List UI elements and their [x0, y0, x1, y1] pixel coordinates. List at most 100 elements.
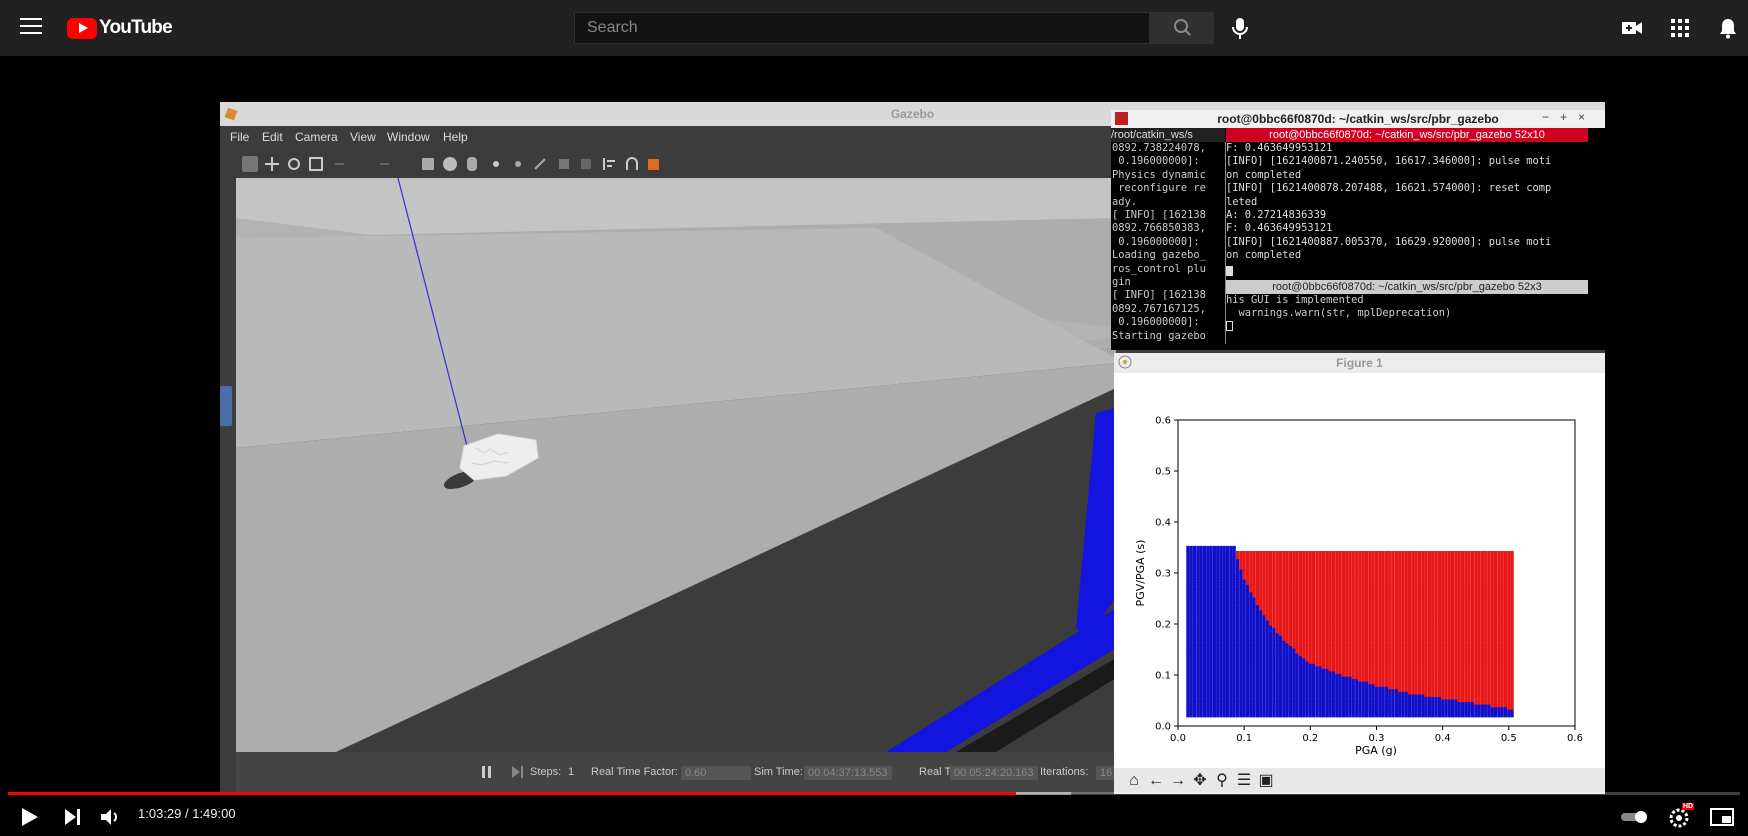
menu-edit[interactable]: Edit	[262, 130, 283, 144]
create-video-icon[interactable]	[1619, 15, 1645, 41]
scatter-point	[1279, 551, 1283, 555]
terminal-pane2-output: his GUI is implemented warnings.warn(str…	[1226, 294, 1452, 320]
youtube-logo[interactable]: YouTube	[67, 16, 173, 40]
panel-expand-handle[interactable]	[220, 386, 232, 426]
rotate-tool-icon[interactable]	[286, 156, 302, 172]
change-view-icon[interactable]	[646, 156, 662, 172]
redo-icon[interactable]	[376, 156, 392, 172]
menu-window[interactable]: Window	[387, 130, 430, 144]
spot-light-icon[interactable]	[510, 156, 526, 172]
scatter-point	[1249, 551, 1253, 555]
scatter-point	[1381, 551, 1385, 555]
scatter-point	[1371, 551, 1375, 555]
sim-time-value: 00 04:37:13.553	[804, 766, 892, 780]
scatter-point	[1427, 551, 1431, 555]
scatter-point	[1269, 551, 1273, 555]
figure-title-bar: Figure 1	[1114, 353, 1605, 373]
scatter-point	[1365, 551, 1369, 555]
scatter-point	[1196, 545, 1200, 550]
paste-icon[interactable]	[578, 156, 594, 172]
sim-time-label: Sim Time:	[754, 766, 803, 778]
terminal-tab-left-label: /root/catkin_ws/s	[1111, 129, 1193, 141]
scatter-point	[1424, 551, 1428, 555]
box-shape-icon[interactable]	[420, 156, 436, 172]
scatter-point	[1239, 551, 1243, 555]
search-button[interactable]	[1150, 12, 1214, 44]
notifications-bell-icon[interactable]	[1715, 15, 1741, 41]
scatter-point	[1322, 551, 1326, 555]
snap-icon[interactable]	[624, 156, 640, 172]
undo-icon[interactable]	[332, 156, 348, 172]
scatter-point	[1262, 551, 1266, 555]
window-controls: − + ×	[1538, 110, 1600, 128]
search-box[interactable]	[574, 12, 1150, 44]
scatter-point	[1315, 551, 1319, 555]
hamburger-menu-icon[interactable]	[20, 16, 42, 36]
scatter-point	[1358, 551, 1362, 555]
search-input[interactable]	[575, 13, 1149, 43]
minimize-icon[interactable]: −	[1542, 110, 1549, 124]
terminal-pane2-tab[interactable]: root@0bbc66f0870d: ~/catkin_ws/src/pbr_g…	[1226, 280, 1588, 294]
point-light-icon[interactable]	[488, 156, 504, 172]
scatter-point	[1305, 551, 1309, 555]
scatter-point	[1199, 545, 1203, 550]
scatter-point	[1335, 551, 1339, 555]
scatter-point	[1272, 551, 1276, 555]
steps-value[interactable]: 1	[568, 766, 574, 778]
scatter-point	[1302, 551, 1306, 555]
scatter-point	[1275, 551, 1279, 555]
terminal-left-output: 0892.738224078, 0.196000000]: Physics dy…	[1112, 142, 1206, 342]
scatter-point	[1192, 545, 1197, 550]
apps-grid-icon[interactable]	[1667, 15, 1693, 41]
close-icon[interactable]: ×	[1578, 110, 1585, 124]
scatter-point	[1388, 551, 1392, 555]
scatter-point	[1384, 551, 1388, 555]
scatter-point	[1351, 551, 1355, 555]
scatter-point	[1414, 551, 1418, 555]
scatter-point	[1378, 551, 1382, 555]
gazebo-3d-viewport[interactable]	[236, 178, 1116, 752]
scatter-point	[1328, 551, 1332, 555]
sphere-shape-icon[interactable]	[442, 156, 458, 172]
scatter-point	[1401, 551, 1405, 555]
gazebo-toolbar	[236, 150, 736, 178]
terminal-tab-left[interactable]: /root/catkin_ws/s	[1111, 128, 1225, 142]
scatter-point	[1219, 545, 1223, 550]
scatter-point	[1312, 551, 1316, 555]
menu-help[interactable]: Help	[443, 130, 468, 144]
translate-tool-icon[interactable]	[264, 156, 280, 172]
scatter-point	[1298, 551, 1302, 555]
terminal-cursor	[1226, 266, 1233, 276]
menu-camera[interactable]: Camera	[295, 130, 338, 144]
scatter-point	[1242, 551, 1246, 555]
pause-icon[interactable]	[482, 766, 492, 778]
figure-title: Figure 1	[1336, 356, 1383, 370]
maximize-icon[interactable]: +	[1560, 110, 1567, 124]
menu-file[interactable]: File	[230, 130, 249, 144]
scatter-point	[1361, 551, 1365, 555]
directional-light-icon[interactable]	[532, 156, 548, 172]
menu-view[interactable]: View	[350, 130, 376, 144]
terminal-title: root@0bbc66f0870d: ~/catkin_ws/src/pbr_g…	[1217, 112, 1499, 126]
select-tool-icon[interactable]	[242, 156, 258, 172]
scatter-point	[1292, 551, 1296, 555]
real-time-factor-value: 0.60	[681, 766, 751, 780]
cylinder-shape-icon[interactable]	[464, 156, 480, 172]
step-icon[interactable]	[512, 766, 524, 778]
terminal-tab-right[interactable]: root@0bbc66f0870d: ~/catkin_ws/src/pbr_g…	[1226, 128, 1588, 142]
scatter-point	[1325, 551, 1329, 555]
scatter-point	[1189, 545, 1193, 550]
scatter-point	[1226, 545, 1230, 550]
real-time-value: 00 05:24:20.163	[950, 766, 1038, 780]
scatter-point	[1209, 545, 1213, 550]
align-icon[interactable]	[602, 156, 618, 172]
scatter-point	[1394, 551, 1398, 555]
scatter-point	[1282, 551, 1286, 555]
copy-icon[interactable]	[556, 156, 572, 172]
scatter-chart: 0.0 0.1 0.2 0.3 0.4 0.5 0.6 0.0 0.1 0.2 0.3 0.4 0.5 0…	[1114, 373, 1605, 768]
microphone-icon[interactable]	[1226, 14, 1254, 42]
gazebo-title: Gazebo	[890, 107, 935, 121]
scatter-point	[1417, 551, 1422, 555]
scale-tool-icon[interactable]	[308, 156, 324, 172]
search-icon	[1174, 19, 1191, 36]
